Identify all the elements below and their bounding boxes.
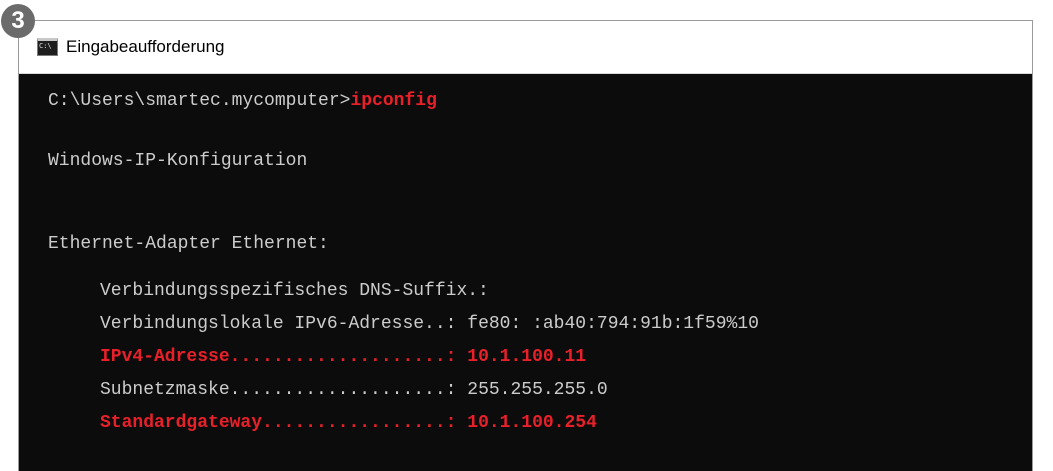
dns-suffix-label: Verbindungsspezifisches DNS-Suffix.: [100, 281, 489, 301]
gateway-value: 10.1.100.254 [456, 413, 597, 433]
command-prompt-window[interactable]: C:\ Eingabeaufforderung C:\Users\smartec… [18, 20, 1033, 471]
ipv6-value: fe80: :ab40:794:91b:1f59%10 [456, 314, 759, 334]
step-number-badge: 3 [1, 4, 35, 38]
console-output[interactable]: C:\Users\smartec.mycomputer>ipconfig Win… [19, 74, 1032, 471]
window-title: Eingabeaufforderung [66, 37, 225, 56]
gateway-label: Standardgateway.................: [100, 413, 457, 433]
adapter-header: Ethernet-Adapter Ethernet: [48, 234, 329, 254]
gateway-row: Standardgateway.................: 10.1.1… [100, 411, 597, 435]
ipv4-label: IPv4-Adresse....................: [100, 347, 457, 367]
ipv4-row: IPv4-Adresse....................: 10.1.1… [100, 345, 586, 369]
command-prompt-icon: C:\ [37, 38, 58, 56]
subnet-label: Subnetzmaske....................: [100, 380, 457, 400]
prompt-line: C:\Users\smartec.mycomputer>ipconfig [48, 89, 437, 113]
command-text: ipconfig [350, 91, 437, 111]
title-bar[interactable]: C:\ Eingabeaufforderung [19, 21, 1032, 74]
ipv6-label: Verbindungslokale IPv6-Adresse..: [100, 314, 457, 334]
prompt-path: C:\Users\smartec.mycomputer> [48, 91, 351, 111]
subnet-value: 255.255.255.0 [456, 380, 608, 400]
ipv4-value: 10.1.100.11 [456, 347, 587, 367]
ipv6-row: Verbindungslokale IPv6-Adresse..: fe80: … [100, 312, 759, 336]
subnet-row: Subnetzmaske....................: 255.25… [100, 378, 608, 402]
dns-suffix-row: Verbindungsspezifisches DNS-Suffix.: [100, 279, 489, 303]
config-header: Windows-IP-Konfiguration [48, 151, 308, 171]
